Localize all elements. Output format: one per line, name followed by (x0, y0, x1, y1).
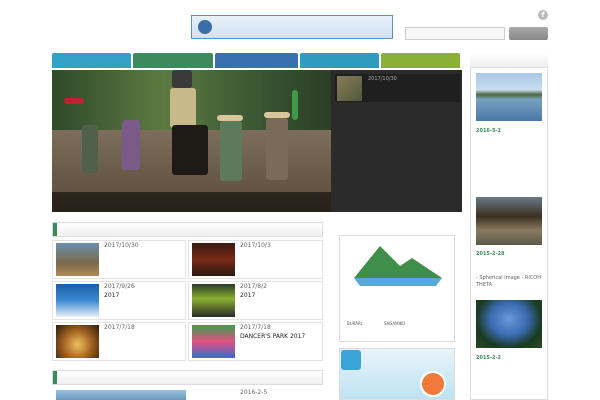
right-post-title[interactable] (476, 261, 544, 270)
news-item-date: 2017/8/2 (240, 283, 267, 290)
nav-item-features[interactable] (215, 53, 298, 68)
right-post-date: 2015-2-28 (476, 251, 505, 257)
news-item-thumbnail[interactable] (192, 284, 235, 317)
hero-person-left (122, 120, 140, 170)
news-item-date: 2017/7/18 (240, 324, 271, 331)
news-item-date: 2017/10/3 (240, 242, 271, 249)
page: f 2017/10/30 2017/10/30 2017/10/3 2017/9… (0, 0, 600, 400)
hero-rider (170, 88, 196, 128)
right-post-text: - Spherical Image - RICOH THETA (476, 275, 541, 288)
news-item-thumbnail[interactable] (56, 325, 99, 358)
ad2-badge (420, 371, 446, 397)
ad-logo-roman-right: SAGAMIKO (384, 321, 406, 326)
section2-date: 2016-2-5 (240, 389, 268, 396)
hero-side-thumbnail[interactable] (337, 76, 362, 101)
hero-person-green (220, 121, 242, 181)
news-item-thumbnail[interactable] (56, 284, 99, 317)
hero-person-far-left (82, 125, 98, 173)
right-post-date: 2015-2-2 (476, 355, 502, 361)
hero-side-date: 2017/10/30 (368, 76, 397, 82)
site-tagline (52, 31, 172, 39)
hero-horse (172, 125, 208, 175)
right-post-title[interactable] (476, 138, 544, 156)
ad2-station-icon (341, 350, 361, 370)
site-title[interactable] (52, 15, 162, 29)
section2-heading (52, 370, 323, 385)
news-item-thumbnail[interactable] (192, 325, 235, 358)
right-post-text (476, 387, 544, 399)
news-item-date: 2017/7/18 (104, 324, 135, 331)
news-item-date: 2017/10/30 (104, 242, 139, 249)
news-item-thumbnail[interactable] (56, 243, 99, 276)
hero-parasol (64, 98, 84, 104)
hero-caption[interactable] (52, 192, 331, 212)
search-input[interactable] (405, 27, 505, 40)
facebook-icon[interactable]: f (538, 10, 548, 20)
hero-rider-hat (172, 70, 192, 88)
nav-item-events[interactable] (381, 53, 460, 68)
news-item-title[interactable]: DANCER'S PARK 2017 (240, 332, 322, 342)
burari-logo-graphic (354, 246, 442, 286)
news-item-title[interactable]: 2017 (104, 291, 184, 301)
right-post-date: 2016-5-2 (476, 128, 502, 134)
hero-person-brown (266, 118, 288, 180)
hero-banner-flag (292, 90, 298, 120)
right-post-thumbnail[interactable] (476, 197, 542, 245)
search-button[interactable] (509, 27, 548, 40)
nav-item-home[interactable] (52, 53, 131, 68)
news-item-title[interactable]: 2017 (240, 291, 322, 301)
right-post-thumbnail[interactable] (476, 300, 542, 348)
news-item-date: 2017/9/26 (104, 283, 135, 290)
nav-item-spots[interactable] (300, 53, 379, 68)
ad-logo-roman-left: BURARI (347, 321, 362, 326)
right-sidebar-heading (470, 53, 548, 68)
right-post-thumbnail[interactable] (476, 73, 542, 121)
right-post-text (476, 160, 544, 186)
banner-logo-icon (198, 20, 212, 34)
hero-image[interactable] (52, 70, 331, 212)
news-item-thumbnail[interactable] (192, 243, 235, 276)
news-heading (52, 222, 323, 237)
header-banner[interactable] (191, 15, 393, 39)
section2-thumbnail[interactable] (56, 390, 186, 400)
nav-item-news[interactable] (133, 53, 213, 68)
